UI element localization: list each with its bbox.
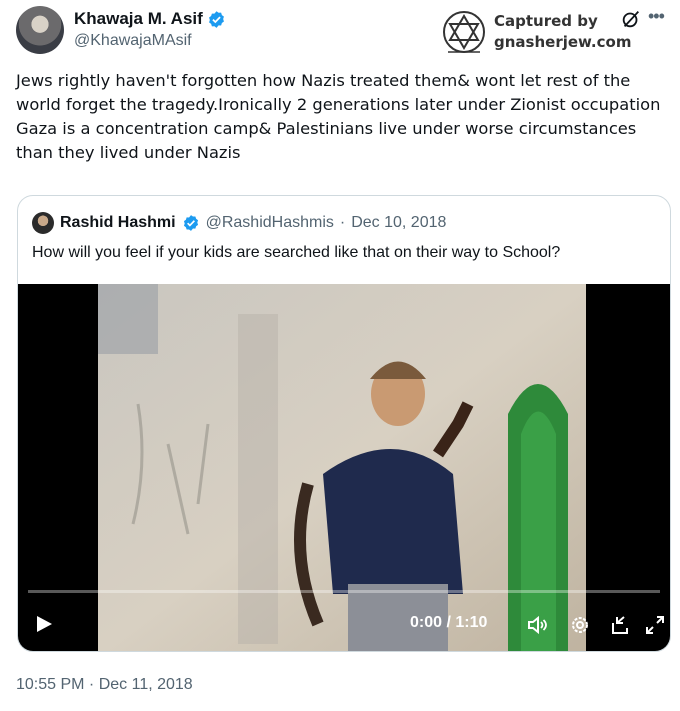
tweet-text: Jews rightly haven't forgotten how Nazis… xyxy=(16,71,661,162)
more-options-icon[interactable]: ••• xyxy=(648,6,665,27)
video-time: 0:00 / 1:10 xyxy=(410,614,488,631)
verified-badge-icon xyxy=(183,215,198,231)
settings-icon[interactable] xyxy=(569,614,591,636)
video-player[interactable]: 0:00 / 1:10 xyxy=(18,284,670,651)
watermark: Captured by gnasherjew.com xyxy=(440,8,631,56)
play-icon[interactable] xyxy=(35,615,53,633)
volume-icon[interactable] xyxy=(526,614,548,636)
video-frame xyxy=(98,284,586,651)
grok-icon[interactable] xyxy=(620,8,642,30)
fullscreen-icon[interactable] xyxy=(644,614,666,636)
quoted-author-handle[interactable]: @RashidHashmis xyxy=(206,214,334,232)
video-progress-bar[interactable] xyxy=(28,590,660,593)
author-block: Khawaja M. Asif @KhawajaMAsif xyxy=(74,9,226,50)
quoted-tweet-date[interactable]: Dec 10, 2018 xyxy=(351,214,446,232)
star-of-david-logo xyxy=(443,11,485,53)
quoted-author-avatar[interactable] xyxy=(32,212,54,234)
quoted-author-name[interactable]: Rashid Hashmi xyxy=(60,214,176,232)
watermark-line1: Captured by xyxy=(494,12,598,30)
quoted-tweet-text: How will you feel if your kids are searc… xyxy=(32,244,561,261)
quoted-tweet[interactable]: Rashid Hashmi @RashidHashmis · Dec 10, 2… xyxy=(17,195,671,652)
verified-badge-icon xyxy=(208,10,224,28)
author-name[interactable]: Khawaja M. Asif xyxy=(74,9,203,29)
pip-icon[interactable] xyxy=(609,614,631,636)
watermark-line2: gnasherjew.com xyxy=(494,33,632,51)
tweet-timestamp[interactable]: 10:55 PM · Dec 11, 2018 xyxy=(16,676,193,694)
separator-dot: · xyxy=(339,214,346,231)
author-avatar[interactable] xyxy=(16,6,64,54)
author-handle[interactable]: @KhawajaMAsif xyxy=(74,32,226,50)
quoted-tweet-header: Rashid Hashmi @RashidHashmis · Dec 10, 2… xyxy=(32,212,446,234)
